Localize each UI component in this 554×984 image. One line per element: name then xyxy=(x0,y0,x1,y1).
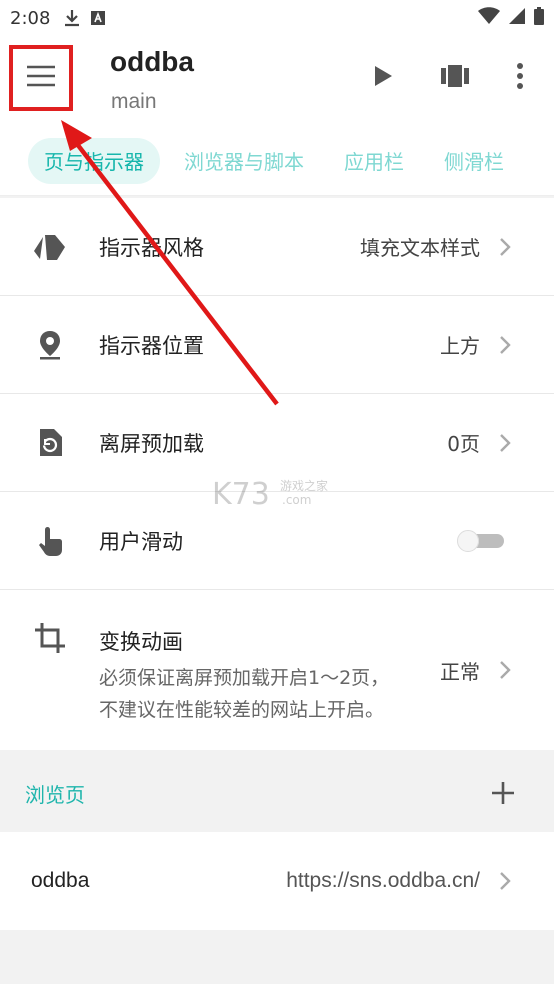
setting-label: 变换动画 xyxy=(99,630,183,654)
description-line: 不建议在性能较差的网站上开启。 xyxy=(99,699,385,721)
app-bar: oddba main xyxy=(0,36,554,126)
view-carousel-icon xyxy=(440,64,470,92)
more-options-button[interactable] xyxy=(502,60,538,96)
page-url: https://sns.oddba.cn/ xyxy=(286,869,480,892)
setting-indicator-position[interactable]: 指示器位置 上方 xyxy=(0,296,554,394)
tab-pages-indicator[interactable]: 页与指示器 xyxy=(28,137,160,184)
setting-user-swipe[interactable]: 用户滑动 xyxy=(0,492,554,590)
setting-label: 离屏预加载 xyxy=(99,431,204,456)
status-time: 2:08 xyxy=(10,7,51,29)
touch-icon xyxy=(32,523,68,559)
description-line: 必须保证离屏预加载开启1～2页， xyxy=(99,667,390,689)
setting-transform-animation[interactable]: 变换动画 必须保证离屏预加载开启1～2页， 不建议在性能较差的网站上开启。 正常 xyxy=(0,590,554,750)
status-bar: 2:08 xyxy=(0,0,554,36)
setting-offscreen-preload[interactable]: 离屏预加载 0页 xyxy=(0,394,554,492)
hamburger-icon xyxy=(25,64,57,92)
app-notification-icon xyxy=(90,10,106,26)
preload-icon xyxy=(32,425,68,461)
section-title: 浏览页 xyxy=(25,782,85,807)
crop-icon xyxy=(32,620,68,656)
tab-bar: 页与指示器 浏览器与脚本 应用栏 侧滑栏 xyxy=(0,126,554,196)
browse-pages-header: 浏览页 xyxy=(0,754,554,832)
signal-icon xyxy=(508,7,526,30)
play-icon xyxy=(373,65,393,91)
chevron-right-icon xyxy=(500,237,511,256)
page-item[interactable]: oddba https://sns.oddba.cn/ xyxy=(0,832,554,930)
setting-value: 上方 xyxy=(440,334,480,358)
setting-indicator-style[interactable]: 指示器风格 填充文本样式 xyxy=(0,198,554,296)
more-vert-icon xyxy=(516,63,524,93)
settings-list: 指示器风格 填充文本样式 指示器位置 上方 离屏预加载 0页 用户滑动 变换动画… xyxy=(0,198,554,750)
location-pin-icon xyxy=(32,327,68,363)
tab-browser-script[interactable]: 浏览器与脚本 xyxy=(168,138,320,184)
setting-label: 用户滑动 xyxy=(99,529,183,554)
setting-label: 指示器风格 xyxy=(99,235,204,260)
tag-icon xyxy=(32,229,68,265)
menu-button[interactable] xyxy=(9,45,73,111)
tab-app-bar[interactable]: 应用栏 xyxy=(328,138,420,184)
add-page-button[interactable] xyxy=(490,780,516,806)
download-icon xyxy=(64,9,80,27)
setting-label: 指示器位置 xyxy=(99,333,204,358)
page-name: oddba xyxy=(31,869,90,892)
setting-value: 0页 xyxy=(447,432,480,456)
setting-value: 正常 xyxy=(440,659,480,684)
chevron-right-icon xyxy=(500,661,511,679)
chevron-right-icon xyxy=(500,335,511,354)
setting-description: 必须保证离屏预加载开启1～2页， 不建议在性能较差的网站上开启。 xyxy=(99,662,429,726)
chevron-right-icon xyxy=(500,872,511,890)
setting-value: 填充文本样式 xyxy=(360,236,480,260)
tab-drawer[interactable]: 侧滑栏 xyxy=(428,138,520,184)
user-swipe-toggle[interactable] xyxy=(456,529,506,552)
app-subtitle: main xyxy=(111,90,157,113)
play-button[interactable] xyxy=(365,60,401,96)
chevron-right-icon xyxy=(500,433,511,452)
wifi-icon xyxy=(478,6,500,30)
app-title: oddba xyxy=(110,46,194,77)
battery-icon xyxy=(534,6,544,30)
pages-view-button[interactable] xyxy=(437,60,473,96)
